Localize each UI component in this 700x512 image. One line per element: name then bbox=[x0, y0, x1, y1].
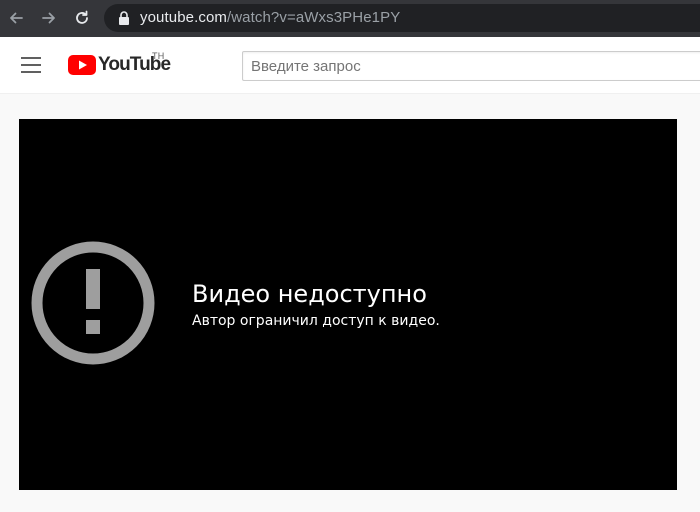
error-title: Видео недоступно bbox=[192, 280, 427, 308]
url-text: youtube.com/watch?v=aWxs3PHe1PY bbox=[140, 9, 400, 27]
video-player[interactable]: Видео недоступно Автор ограничил доступ … bbox=[19, 119, 677, 490]
search-input[interactable] bbox=[243, 52, 700, 80]
hamburger-menu-icon[interactable] bbox=[21, 57, 41, 73]
search-box[interactable] bbox=[242, 51, 700, 81]
url-host: youtube.com bbox=[140, 9, 227, 26]
url-path: /watch?v=aWxs3PHe1PY bbox=[226, 9, 401, 26]
youtube-logo[interactable]: YouTube TH bbox=[68, 51, 171, 76]
youtube-play-logo-icon bbox=[68, 55, 96, 75]
lock-icon bbox=[119, 11, 129, 25]
error-subtitle: Автор ограничил доступ к видео. bbox=[192, 313, 440, 329]
exclamation-circle-icon bbox=[31, 241, 155, 365]
forward-arrow-icon[interactable] bbox=[38, 7, 60, 29]
reload-icon[interactable] bbox=[71, 7, 93, 29]
address-bar[interactable]: youtube.com/watch?v=aWxs3PHe1PY bbox=[104, 4, 700, 32]
back-arrow-icon[interactable] bbox=[5, 7, 27, 29]
logo-country-code: TH bbox=[152, 51, 165, 61]
youtube-header: YouTube TH bbox=[0, 37, 700, 94]
browser-toolbar: youtube.com/watch?v=aWxs3PHe1PY bbox=[0, 0, 700, 37]
